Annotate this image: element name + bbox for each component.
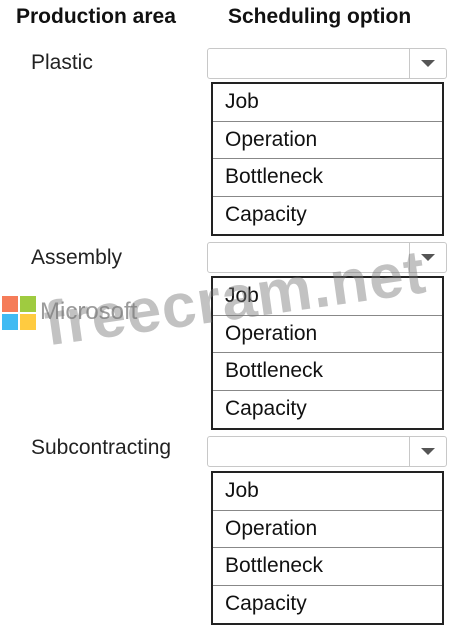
row-label-subcontracting: Subcontracting xyxy=(31,436,172,459)
row-label-plastic: Plastic xyxy=(31,51,93,74)
microsoft-watermark-text: Microsoft xyxy=(40,298,138,325)
microsoft-logo-icon xyxy=(2,296,36,330)
option-capacity[interactable]: Capacity xyxy=(213,391,442,429)
option-job[interactable]: Job xyxy=(213,84,442,122)
option-capacity[interactable]: Capacity xyxy=(213,586,442,624)
plastic-option-list: Job Operation Bottleneck Capacity xyxy=(211,82,444,236)
option-job[interactable]: Job xyxy=(213,278,442,316)
subcontracting-option-list: Job Operation Bottleneck Capacity xyxy=(211,471,444,625)
production-area-header: Production area xyxy=(16,5,176,28)
option-job[interactable]: Job xyxy=(213,473,442,511)
assembly-option-list: Job Operation Bottleneck Capacity xyxy=(211,276,444,430)
option-operation[interactable]: Operation xyxy=(213,316,442,353)
option-bottleneck[interactable]: Bottleneck xyxy=(213,353,442,391)
chevron-down-icon[interactable] xyxy=(409,49,446,78)
chevron-down-icon[interactable] xyxy=(409,243,446,272)
option-operation[interactable]: Operation xyxy=(213,122,442,159)
subcontracting-scheduling-select[interactable] xyxy=(207,436,447,467)
scheduling-option-header: Scheduling option xyxy=(228,5,412,28)
plastic-scheduling-select[interactable] xyxy=(207,48,447,79)
assembly-scheduling-select[interactable] xyxy=(207,242,447,273)
option-operation[interactable]: Operation xyxy=(213,511,442,548)
row-label-assembly: Assembly xyxy=(31,246,123,269)
option-capacity[interactable]: Capacity xyxy=(213,197,442,235)
chevron-down-icon[interactable] xyxy=(409,437,446,466)
option-bottleneck[interactable]: Bottleneck xyxy=(213,548,442,586)
option-bottleneck[interactable]: Bottleneck xyxy=(213,159,442,197)
